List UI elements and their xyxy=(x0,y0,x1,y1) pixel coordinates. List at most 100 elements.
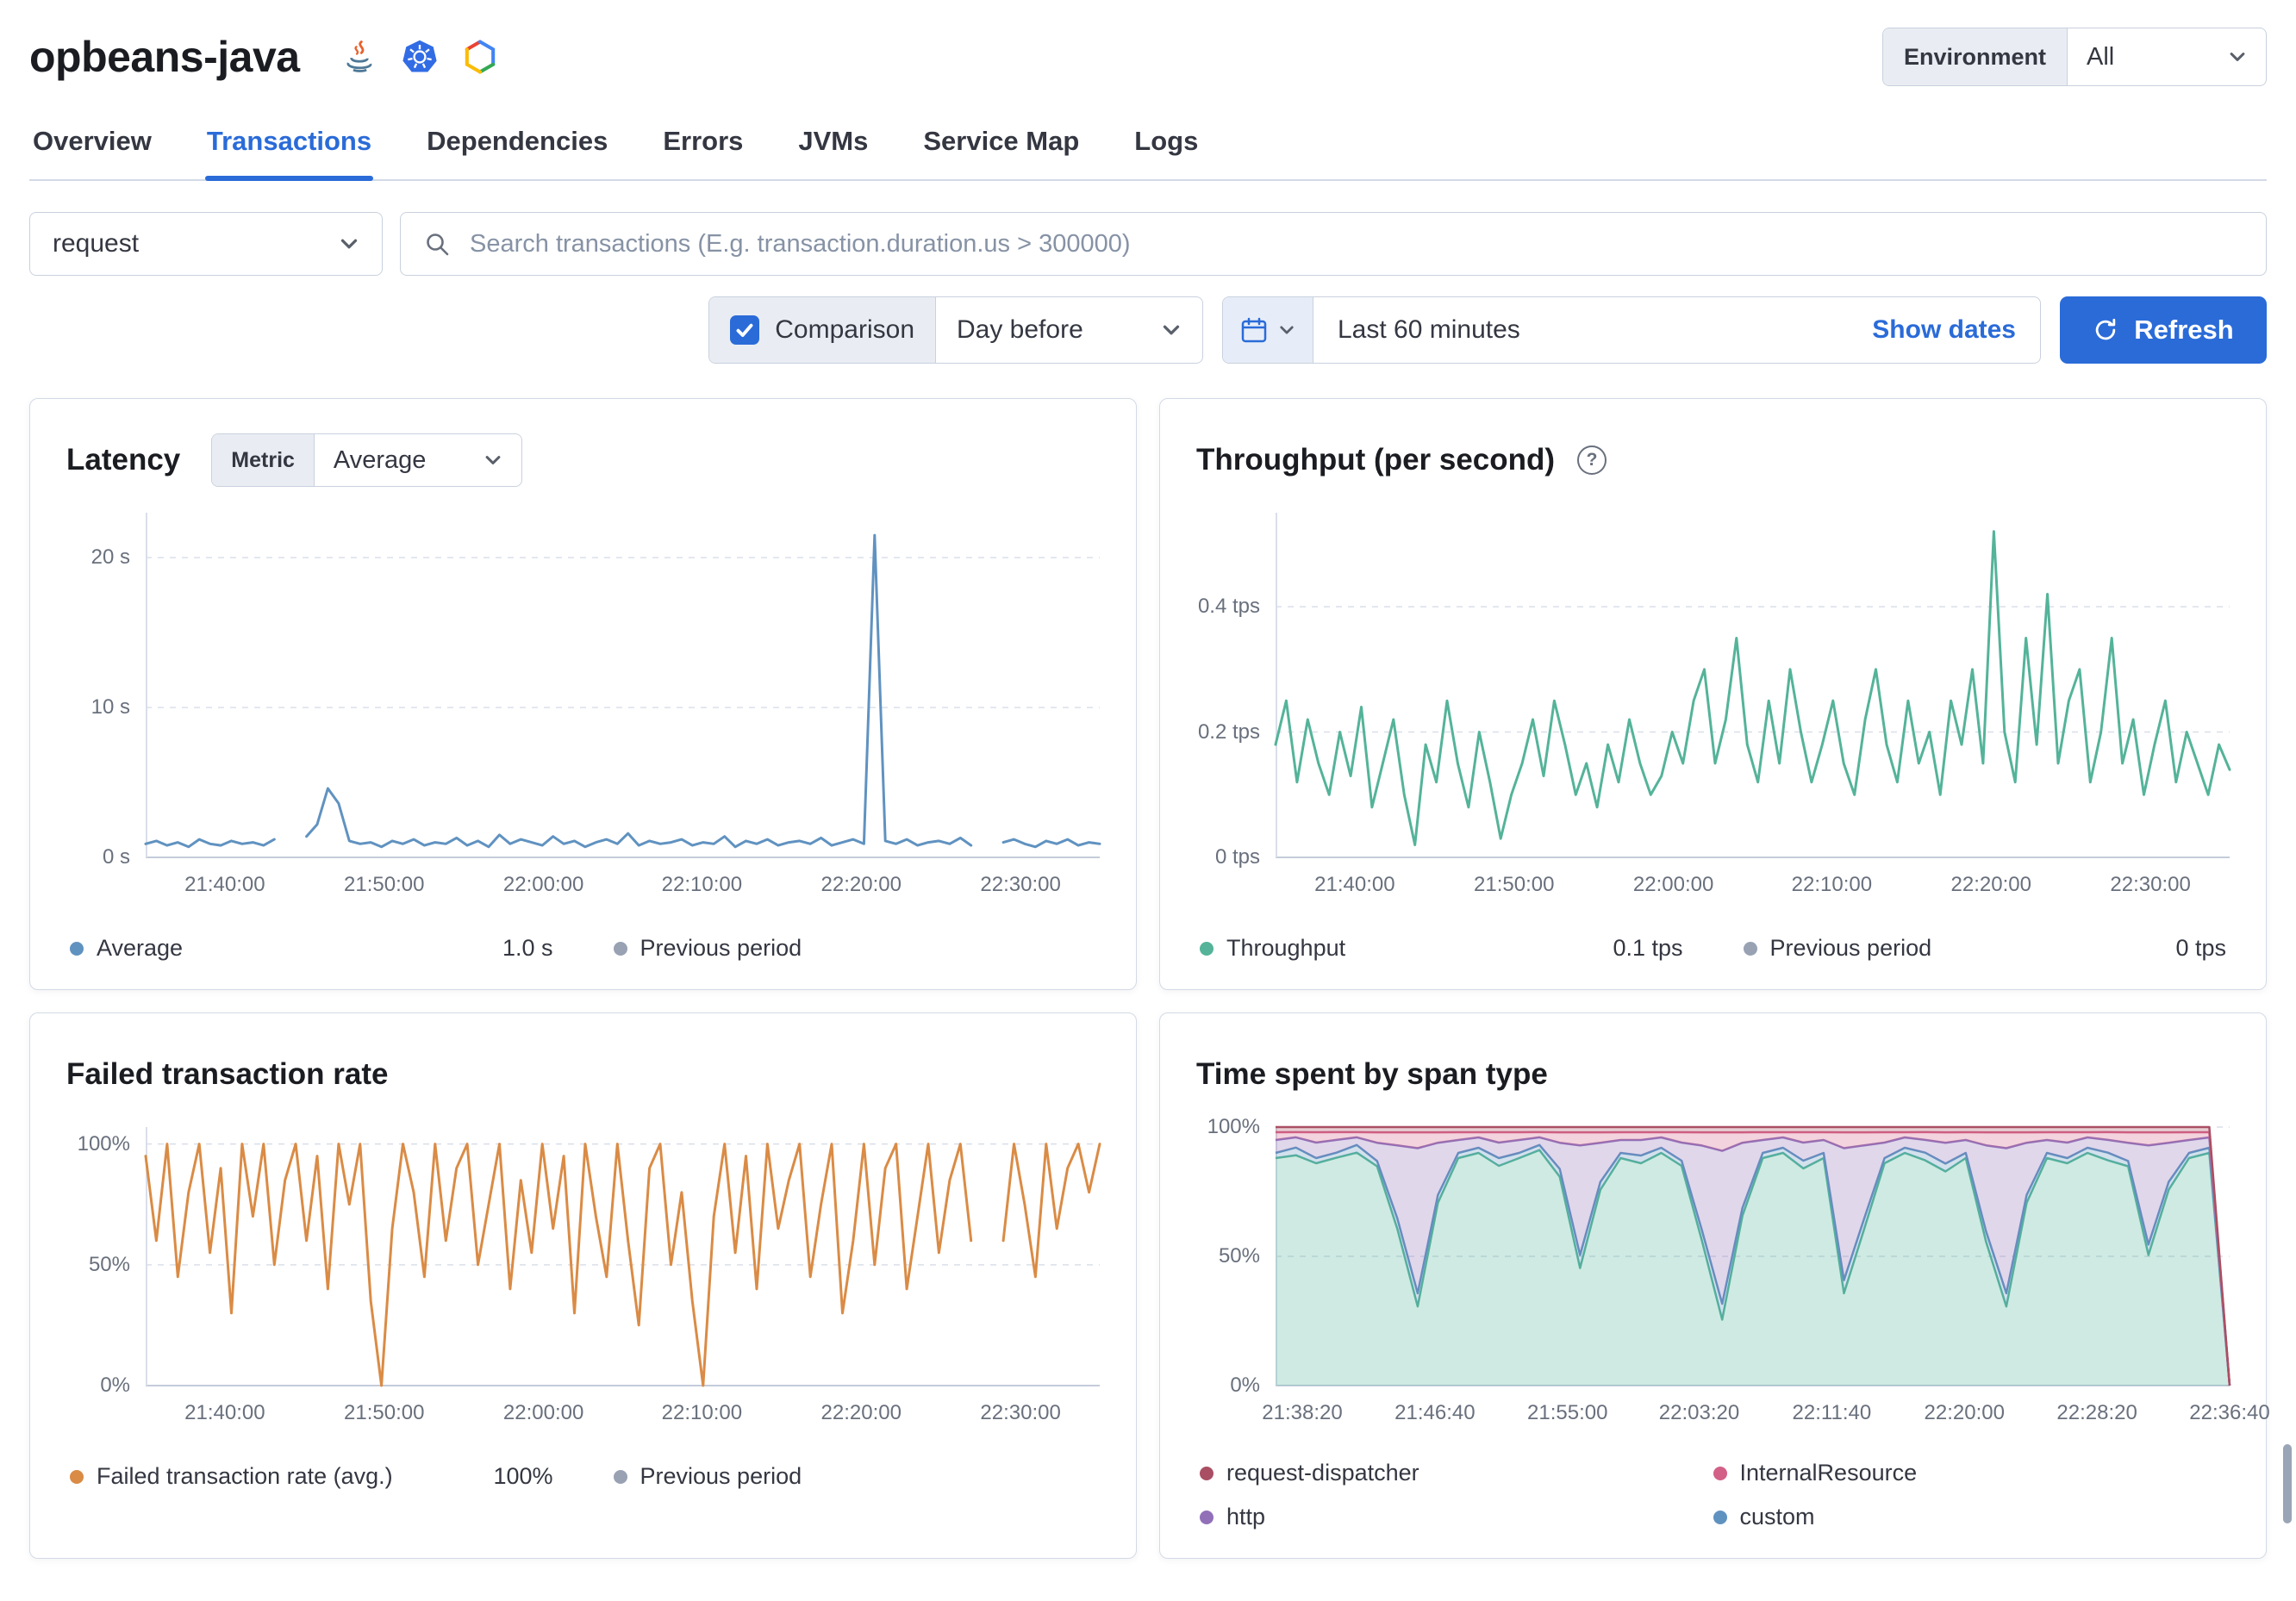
service-header: opbeans-java Environment All xyxy=(0,0,2296,88)
legend-dot-icon xyxy=(1200,1510,1214,1524)
x-tick-label: 22:30:00 xyxy=(980,1401,1061,1424)
x-tick-label: 21:40:00 xyxy=(184,1401,265,1424)
x-tick-label: 21:40:00 xyxy=(184,873,265,896)
date-picker: Last 60 minutes Show dates xyxy=(1222,296,2041,364)
comparison-select[interactable]: Day before xyxy=(935,297,1202,363)
legend-item-custom[interactable]: custom xyxy=(1713,1504,2227,1530)
failed-rate-title: Failed transaction rate xyxy=(66,1057,389,1091)
tab-errors[interactable]: Errors xyxy=(661,110,745,179)
chart-panels: Latency Metric Average 20 s 10 s 0 s 21:40… xyxy=(29,398,2270,1559)
legend-label: Average xyxy=(97,935,184,961)
transaction-type-select[interactable]: request xyxy=(29,212,383,276)
x-tick-label: 22:36:40 xyxy=(2189,1401,2270,1424)
legend-dot-icon xyxy=(1743,941,1757,956)
legend-value: 1.0 s xyxy=(502,935,553,961)
legend-label: Previous period xyxy=(640,1463,802,1489)
time-range-value[interactable]: Last 60 minutes xyxy=(1338,315,1520,345)
x-tick-label: 22:20:00 xyxy=(820,1401,902,1424)
page-title: opbeans-java xyxy=(29,33,300,81)
y-tick-label: 100% xyxy=(1207,1115,1260,1138)
comparison-value: Day before xyxy=(957,315,1083,344)
scrollbar-thumb[interactable] xyxy=(2283,1444,2292,1523)
x-tick-label: 22:10:00 xyxy=(1791,873,1873,896)
x-tick-label: 22:00:00 xyxy=(502,873,584,896)
tab-jvms[interactable]: JVMs xyxy=(796,110,870,179)
y-tick-label: 0% xyxy=(1230,1374,1260,1397)
transaction-search xyxy=(400,212,2267,276)
y-axis: 20 s 10 s 0 s xyxy=(66,513,146,869)
environment-value: All xyxy=(2087,42,2115,71)
legend-dot-icon xyxy=(613,941,627,956)
chevron-down-icon xyxy=(2228,47,2247,66)
help-icon: ? xyxy=(1577,445,1607,475)
legend-item-previous-period[interactable]: Previous period xyxy=(613,1463,1097,1490)
legend-dot-icon xyxy=(70,941,84,956)
legend-item-internalresource[interactable]: InternalResource xyxy=(1713,1460,2227,1486)
refresh-button[interactable]: Refresh xyxy=(2060,296,2267,364)
x-axis: 21:40:00 21:50:00 22:00:00 22:10:00 22:20:00… xyxy=(1276,857,2230,906)
throughput-chart: 0.4 tps 0.2 tps 0 tps 21:40:00 21:50:00 22:0… xyxy=(1196,513,2231,906)
x-axis: 21:40:00 21:50:00 22:00:00 22:10:00 22:20:00… xyxy=(146,1386,1100,1434)
legend-dot-icon xyxy=(1713,1466,1727,1480)
legend-label: Previous period xyxy=(1769,935,1932,961)
throughput-plot-area[interactable] xyxy=(1274,513,2231,858)
span-type-legend: request-dispatcher InternalResource http cu… xyxy=(1196,1460,2230,1530)
legend-item-http[interactable]: http xyxy=(1200,1504,1713,1530)
title-row: opbeans-java Environment All xyxy=(29,26,2267,88)
legend-item-previous-period[interactable]: Previous period xyxy=(613,935,1097,962)
span-type-chart: 100% 50% 0% 21:38:20 21:46:40 21:55:00 22:03:… xyxy=(1196,1115,2270,1434)
x-tick-label: 21:40:00 xyxy=(1314,873,1395,896)
span-type-plot-area[interactable] xyxy=(1275,1125,2231,1386)
controls-row: Comparison Day before Last 60 minutes Sh… xyxy=(29,296,2267,364)
legend-label: custom xyxy=(1739,1504,1815,1529)
failed-rate-legend: Failed transaction rate (avg.) 100% Previo… xyxy=(66,1463,1100,1490)
refresh-icon xyxy=(2093,317,2118,343)
search-input[interactable] xyxy=(468,228,2243,259)
x-tick-label: 22:30:00 xyxy=(2110,873,2191,896)
comparison-checkbox[interactable] xyxy=(730,315,760,345)
legend-item-request-dispatcher[interactable]: request-dispatcher xyxy=(1200,1460,1713,1486)
throughput-legend: Throughput 0.1 tps Previous period 0 tps xyxy=(1196,935,2230,962)
latency-legend: Average 1.0 s Previous period xyxy=(66,935,1100,962)
chevron-down-icon xyxy=(484,451,502,470)
environment-select[interactable]: All xyxy=(2068,28,2266,85)
tab-overview[interactable]: Overview xyxy=(31,110,153,179)
latency-title: Latency xyxy=(66,443,181,477)
span-type-title: Time spent by span type xyxy=(1196,1057,1548,1091)
calendar-icon xyxy=(1240,316,1268,344)
throughput-panel: Throughput (per second) ? 0.4 tps 0.2 tps… xyxy=(1159,398,2267,990)
tab-dependencies[interactable]: Dependencies xyxy=(425,110,609,179)
legend-dot-icon xyxy=(1713,1510,1727,1524)
x-tick-label: 22:20:00 xyxy=(820,873,902,896)
tab-logs[interactable]: Logs xyxy=(1132,110,1200,179)
y-axis: 100% 50% 0% xyxy=(66,1127,146,1397)
legend-value: 100% xyxy=(493,1463,553,1489)
failed-transaction-rate-panel: Failed transaction rate 100% 50% 0% 21:40:… xyxy=(29,1012,1137,1559)
x-tick-label: 21:50:00 xyxy=(344,1401,425,1424)
y-tick-label: 0.2 tps xyxy=(1197,720,1260,744)
legend-item-previous-period[interactable]: Previous period 0 tps xyxy=(1743,935,2226,962)
quick-select-button[interactable] xyxy=(1223,297,1313,363)
failed-rate-plot-area[interactable] xyxy=(144,1127,1101,1387)
y-tick-label: 20 s xyxy=(90,545,130,570)
y-tick-label: 0 s xyxy=(102,845,130,869)
x-tick-label: 21:46:40 xyxy=(1394,1401,1476,1424)
y-tick-label: 100% xyxy=(77,1131,130,1156)
show-dates-link[interactable]: Show dates xyxy=(1872,315,2016,345)
legend-label: InternalResource xyxy=(1739,1460,1918,1486)
throughput-title: Throughput (per second) xyxy=(1196,443,1556,477)
legend-item-average[interactable]: Average 1.0 s xyxy=(70,935,553,962)
x-axis: 21:38:20 21:46:40 21:55:00 22:03:20 22:11:40… xyxy=(1262,1386,2269,1434)
legend-dot-icon xyxy=(70,1469,84,1484)
latency-plot-area[interactable] xyxy=(144,513,1101,858)
tab-service-map[interactable]: Service Map xyxy=(921,110,1081,179)
y-tick-label: 50% xyxy=(1218,1244,1260,1268)
legend-item-throughput[interactable]: Throughput 0.1 tps xyxy=(1200,935,1683,962)
tab-transactions[interactable]: Transactions xyxy=(204,110,374,181)
legend-label: Previous period xyxy=(640,935,802,961)
legend-item-failed-transaction-rate-avg-[interactable]: Failed transaction rate (avg.) 100% xyxy=(70,1463,553,1490)
x-tick-label: 22:20:00 xyxy=(1924,1401,2005,1424)
metric-select[interactable]: Average xyxy=(315,434,521,486)
y-axis: 0.4 tps 0.2 tps 0 tps xyxy=(1196,513,1276,869)
java-icon xyxy=(341,39,377,75)
